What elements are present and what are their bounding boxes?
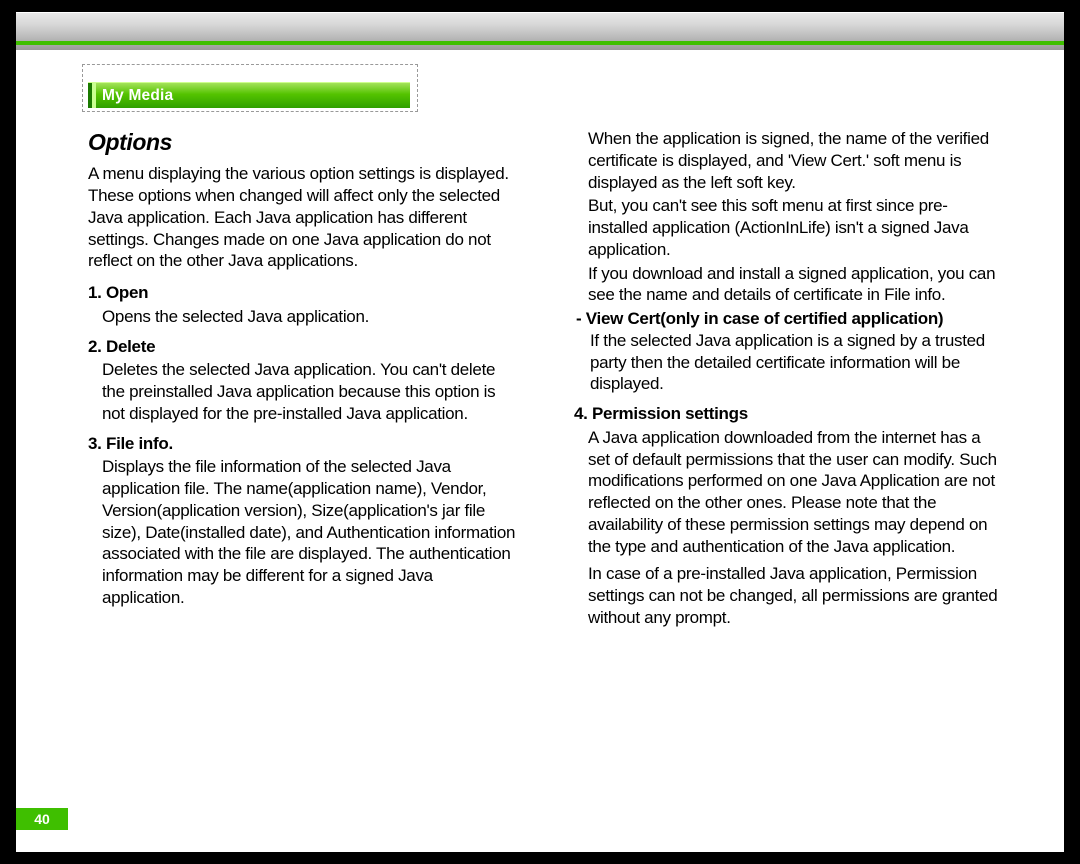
item-delete-head: 2. Delete [88, 336, 518, 358]
left-column: Options A menu displaying the various op… [88, 128, 518, 792]
right-p2: But, you can't see this soft menu at fir… [588, 195, 1004, 260]
green-rule [16, 41, 1064, 45]
content-area: Options A menu displaying the various op… [88, 128, 1004, 792]
page-heading: Options [88, 128, 518, 157]
top-gradient-bar [16, 12, 1064, 50]
item-perm-p2: In case of a pre-installed Java applicat… [588, 563, 1004, 628]
section-tab-label: My Media [102, 87, 173, 105]
item-open-body: Opens the selected Java application. [102, 306, 518, 328]
right-column: When the application is signed, the name… [574, 128, 1004, 792]
intro-paragraph: A menu displaying the various option set… [88, 163, 518, 272]
page-number-badge: 40 [16, 808, 68, 830]
item-viewcert-head: - View Cert(only in case of certified ap… [576, 308, 1004, 330]
right-p1: When the application is signed, the name… [588, 128, 1004, 193]
right-p3: If you download and install a signed app… [588, 263, 1004, 307]
item-delete-body: Deletes the selected Java application. Y… [102, 359, 518, 424]
item-viewcert-body: If the selected Java application is a si… [590, 330, 1004, 395]
page-number: 40 [34, 811, 50, 827]
item-open-head: 1. Open [88, 282, 518, 304]
manual-page: My Media Options A menu displaying the v… [16, 12, 1064, 852]
item-fileinfo-head: 3. File info. [88, 433, 518, 455]
item-perm-p1: A Java application downloaded from the i… [588, 427, 1004, 558]
section-tab: My Media [88, 82, 410, 108]
tab-accent-bar-light [92, 83, 96, 108]
item-perm-head: 4. Permission settings [574, 403, 1004, 425]
item-fileinfo-body: Displays the file information of the sel… [102, 456, 518, 608]
